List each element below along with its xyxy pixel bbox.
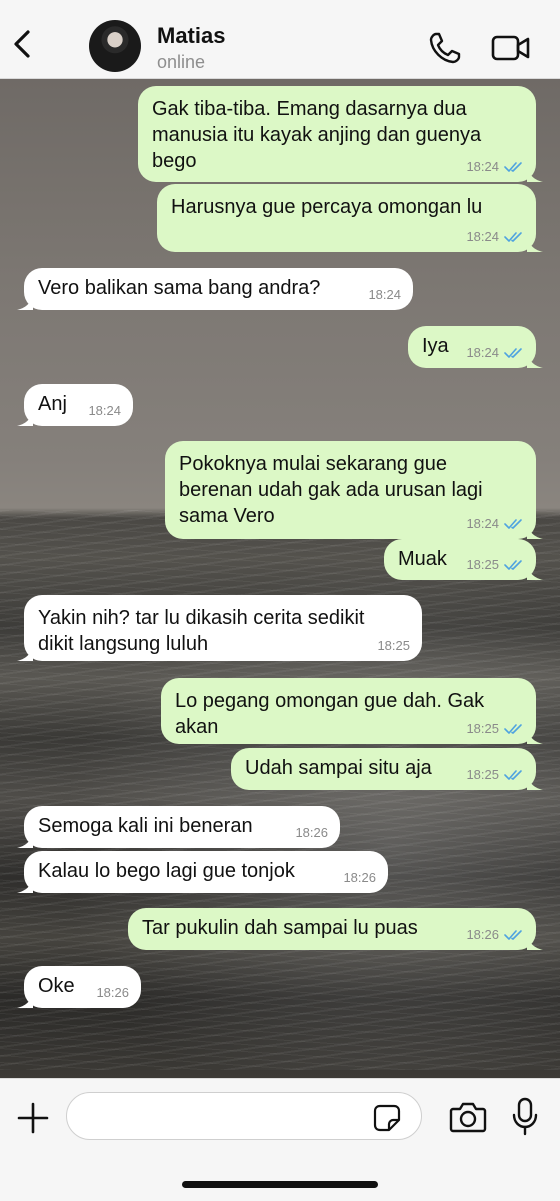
outgoing-message-bubble[interactable]: Harusnya gue percaya omongan lu 18:24 xyxy=(157,184,543,252)
video-call-button[interactable] xyxy=(491,34,531,62)
message-time: 18:24 xyxy=(466,229,499,244)
message-time: 18:24 xyxy=(368,287,401,302)
read-receipt-icon xyxy=(504,348,522,358)
video-camera-icon xyxy=(491,35,530,61)
bubble-tail xyxy=(17,832,33,848)
message-meta: 18:24 xyxy=(368,287,401,303)
message-meta: 18:24 xyxy=(88,403,121,419)
outgoing-message-bubble[interactable]: Udah sampai situ aja 18:25 xyxy=(231,748,543,790)
read-receipt-icon xyxy=(504,770,522,780)
contact-name[interactable]: Matias xyxy=(157,23,225,49)
camera-button[interactable] xyxy=(449,1100,487,1134)
bubble-tail xyxy=(527,352,543,368)
chevron-left-icon xyxy=(14,30,30,58)
message-time: 18:26 xyxy=(295,825,328,840)
message-text: Yakin nih? tar lu dikasih cerita sedikit… xyxy=(38,607,365,655)
bubble-tail xyxy=(527,774,543,790)
message-meta: 18:25 xyxy=(466,557,524,573)
message-meta: 18:24 xyxy=(466,229,524,245)
message-time: 18:24 xyxy=(88,403,121,418)
message-time: 18:25 xyxy=(466,557,499,572)
outgoing-message-bubble[interactable]: Pokoknya mulai sekarang gue berenan udah… xyxy=(165,441,543,539)
bubble-tail xyxy=(527,166,543,182)
sticker-icon xyxy=(373,1104,401,1132)
message-time: 18:25 xyxy=(466,721,499,736)
outgoing-message-bubble[interactable]: Gak tiba-tiba. Emang dasarnya dua manusi… xyxy=(138,86,543,182)
message-input[interactable] xyxy=(66,1092,422,1140)
contact-status: online xyxy=(157,52,206,72)
message-time: 18:26 xyxy=(466,927,499,942)
bubble-tail xyxy=(527,934,543,950)
camera-icon xyxy=(449,1102,487,1133)
bubble-tail xyxy=(17,992,33,1008)
bubble-tail xyxy=(527,523,543,539)
message-meta: 18:26 xyxy=(96,985,129,1001)
message-text: Semoga kali ini beneran xyxy=(38,815,253,837)
outgoing-message-bubble[interactable]: Muak 18:25 xyxy=(384,539,543,580)
message-time: 18:24 xyxy=(466,516,499,531)
message-time: 18:24 xyxy=(466,345,499,360)
phone-icon xyxy=(429,32,461,64)
bubble-tail xyxy=(17,877,33,893)
message-meta: 18:26 xyxy=(343,870,376,886)
message-text: Kalau lo bego lagi gue tonjok xyxy=(38,860,295,882)
chat-header: Matias online xyxy=(0,0,560,79)
message-time: 18:26 xyxy=(343,870,376,885)
read-receipt-icon xyxy=(504,519,522,529)
read-receipt-icon xyxy=(504,162,522,172)
outgoing-message-bubble[interactable]: Lo pegang omongan gue dah. Gak akan 18:25 xyxy=(161,678,543,744)
bubble-tail xyxy=(527,564,543,580)
message-meta: 18:26 xyxy=(295,825,328,841)
avatar[interactable] xyxy=(89,20,141,72)
message-time: 18:25 xyxy=(377,638,410,653)
message-meta: 18:25 xyxy=(377,638,410,654)
message-time: 18:24 xyxy=(466,159,499,174)
message-text: Tar pukulin dah sampai lu puas xyxy=(142,917,418,939)
bubble-tail xyxy=(527,236,543,252)
bubble-tail xyxy=(17,294,33,310)
message-meta: 18:24 xyxy=(466,345,524,361)
bubble-tail xyxy=(17,410,33,426)
incoming-message-bubble[interactable]: Semoga kali ini beneran 18:26 xyxy=(17,806,340,848)
message-meta: 18:26 xyxy=(466,927,524,943)
incoming-message-bubble[interactable]: Yakin nih? tar lu dikasih cerita sedikit… xyxy=(17,595,422,661)
bubble-tail xyxy=(17,645,33,661)
message-meta: 18:24 xyxy=(466,159,524,175)
message-text: Vero balikan sama bang andra? xyxy=(38,277,321,299)
message-time: 18:25 xyxy=(466,767,499,782)
read-receipt-icon xyxy=(504,930,522,940)
incoming-message-bubble[interactable]: Oke 18:26 xyxy=(17,966,141,1008)
message-meta: 18:24 xyxy=(466,516,524,532)
microphone-icon xyxy=(512,1097,538,1136)
attach-button[interactable] xyxy=(16,1101,50,1135)
sticker-button[interactable] xyxy=(373,1104,401,1132)
read-receipt-icon xyxy=(504,232,522,242)
message-meta: 18:25 xyxy=(466,721,524,737)
microphone-button[interactable] xyxy=(511,1097,539,1137)
back-button[interactable] xyxy=(8,24,38,64)
voice-call-button[interactable] xyxy=(427,30,463,66)
read-receipt-icon xyxy=(504,724,522,734)
outgoing-message-bubble[interactable]: Tar pukulin dah sampai lu puas 18:26 xyxy=(128,908,543,950)
home-indicator xyxy=(182,1181,378,1188)
message-meta: 18:25 xyxy=(466,767,524,783)
bubble-tail xyxy=(527,728,543,744)
plus-icon xyxy=(17,1102,49,1134)
incoming-message-bubble[interactable]: Kalau lo bego lagi gue tonjok 18:26 xyxy=(17,851,388,893)
read-receipt-icon xyxy=(504,560,522,570)
message-time: 18:26 xyxy=(96,985,129,1000)
outgoing-message-bubble[interactable]: Iya 18:24 xyxy=(408,326,543,368)
incoming-message-bubble[interactable]: Anj 18:24 xyxy=(17,384,133,426)
message-text: Harusnya gue percaya omongan lu xyxy=(171,196,483,218)
incoming-message-bubble[interactable]: Vero balikan sama bang andra? 18:24 xyxy=(17,268,413,310)
